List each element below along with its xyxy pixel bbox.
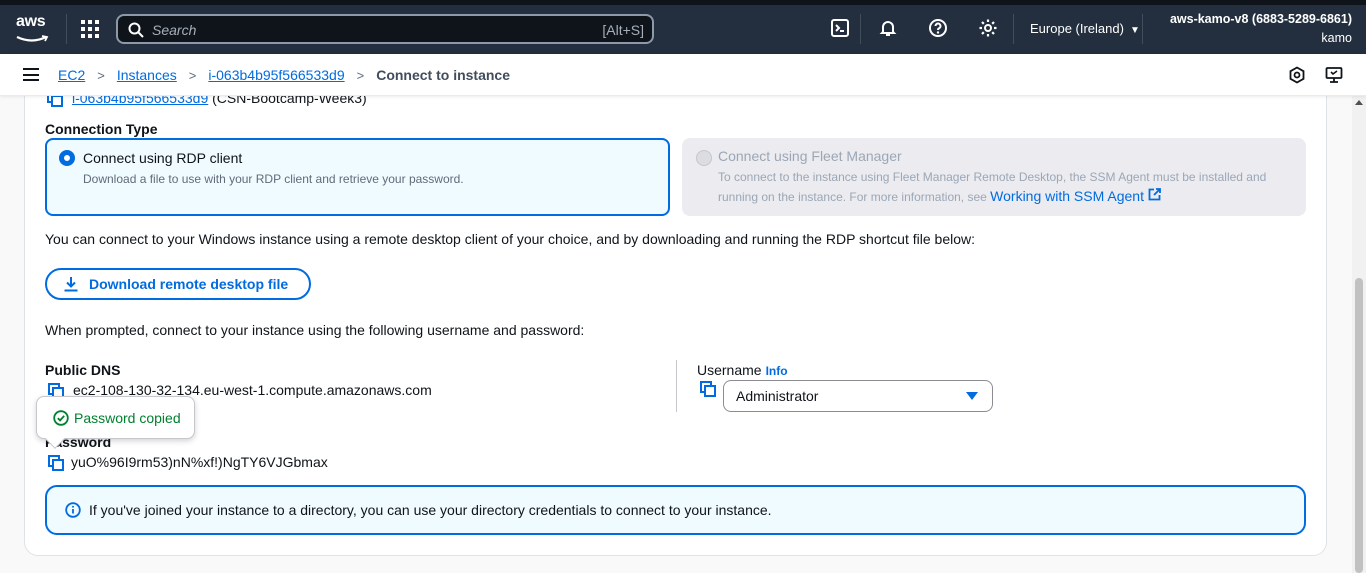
search-input[interactable]: Search [Alt+S] — [116, 14, 654, 44]
top-strip — [0, 0, 1366, 5]
services-grid-icon[interactable] — [81, 20, 99, 38]
search-icon — [128, 22, 144, 38]
copy-icon[interactable] — [48, 455, 65, 472]
menu-icon[interactable] — [23, 68, 39, 81]
copy-icon[interactable] — [700, 381, 717, 398]
bell-icon[interactable] — [878, 18, 898, 38]
region-label: Europe (Ireland) — [1030, 21, 1124, 36]
info-icon — [65, 502, 81, 518]
nav-divider — [66, 14, 67, 44]
account-menu[interactable]: aws-kamo-v8 (6883-5289-6861) kamo — [1170, 10, 1352, 48]
info-link[interactable]: Info — [766, 364, 788, 378]
popover-text: Password copied — [74, 409, 181, 426]
username-label-row: Username Info — [697, 362, 788, 378]
external-link-icon — [1148, 188, 1161, 201]
password-copied-popover: Password copied — [36, 396, 195, 449]
success-check-icon — [53, 409, 69, 426]
nav-divider — [1013, 14, 1014, 44]
ssm-agent-link[interactable]: Working with SSM Agent — [990, 188, 1161, 204]
aws-logo[interactable]: aws — [16, 14, 52, 42]
username-label: Username — [697, 362, 762, 378]
prompt-text: When prompted, connect to your instance … — [45, 322, 585, 338]
intro-text: You can connect to your Windows instance… — [45, 231, 976, 247]
public-dns-label: Public DNS — [45, 362, 121, 378]
search-shortcut: [Alt+S] — [602, 22, 644, 38]
gear-icon[interactable] — [978, 18, 998, 38]
chevron-right-icon: > — [188, 67, 197, 83]
radio-disabled — [696, 150, 712, 166]
help-icon[interactable] — [928, 18, 948, 38]
password-value: yuO%96I9rm53)nN%xf!)NgTY6VJGbmax — [71, 454, 328, 470]
username-select[interactable]: Administrator — [723, 380, 993, 412]
account-name: aws-kamo-v8 (6883-5289-6861) — [1169, 12, 1352, 26]
download-remote-desktop-button[interactable]: Download remote desktop file — [45, 268, 311, 300]
download-label: Download remote desktop file — [89, 276, 289, 292]
caret-down-icon: ▼ — [1129, 25, 1140, 36]
scrollbar-thumb[interactable] — [1355, 278, 1363, 573]
rdp-tile-title: Connect using RDP client — [83, 150, 243, 166]
fleet-manager-tile: Connect using Fleet Manager To connect t… — [682, 138, 1306, 216]
rdp-client-tile[interactable]: Connect using RDP client Download a file… — [45, 138, 670, 216]
connection-type-heading: Connection Type — [45, 121, 158, 137]
radio-selected[interactable] — [59, 150, 75, 166]
chevron-right-icon: > — [97, 67, 105, 83]
fleet-tile-description: To connect to the instance using Fleet M… — [718, 168, 1298, 207]
rdp-tile-description: Download a file to use with your RDP cli… — [83, 172, 464, 186]
scroll-up-arrow[interactable] — [1355, 100, 1363, 105]
smile-icon — [16, 35, 49, 42]
cloudshell-icon[interactable] — [830, 18, 850, 38]
search-placeholder: Search — [152, 22, 197, 38]
nav-divider — [860, 14, 861, 44]
breadcrumb-instance-id[interactable]: i-063b4b95f566533d9 — [208, 67, 344, 83]
settings-hex-icon[interactable] — [1288, 66, 1306, 84]
info-alert: If you've joined your instance to a dire… — [45, 485, 1306, 535]
chevron-right-icon: > — [356, 67, 365, 83]
region-selector[interactable]: Europe (Ireland) ▼ — [1030, 21, 1140, 36]
download-icon — [64, 277, 78, 292]
top-navigation: aws Search [Alt+S] Europe (Ireland) ▼ aws… — [0, 0, 1366, 54]
feedback-icon[interactable] — [1325, 66, 1343, 84]
breadcrumb-current: Connect to instance — [376, 67, 510, 83]
breadcrumb-instances[interactable]: Instances — [117, 67, 177, 83]
breadcrumb: EC2 > Instances > i-063b4b95f566533d9 > … — [58, 67, 510, 83]
breadcrumb-ec2[interactable]: EC2 — [58, 67, 85, 83]
fleet-tile-title: Connect using Fleet Manager — [718, 148, 902, 164]
alert-text: If you've joined your instance to a dire… — [89, 502, 772, 518]
caret-down-icon — [966, 392, 978, 400]
user-name: kamo — [1321, 31, 1352, 45]
column-divider — [676, 360, 677, 412]
nav-divider — [1142, 14, 1143, 44]
breadcrumb-bar: EC2 > Instances > i-063b4b95f566533d9 > … — [0, 54, 1366, 96]
username-value: Administrator — [736, 388, 819, 404]
